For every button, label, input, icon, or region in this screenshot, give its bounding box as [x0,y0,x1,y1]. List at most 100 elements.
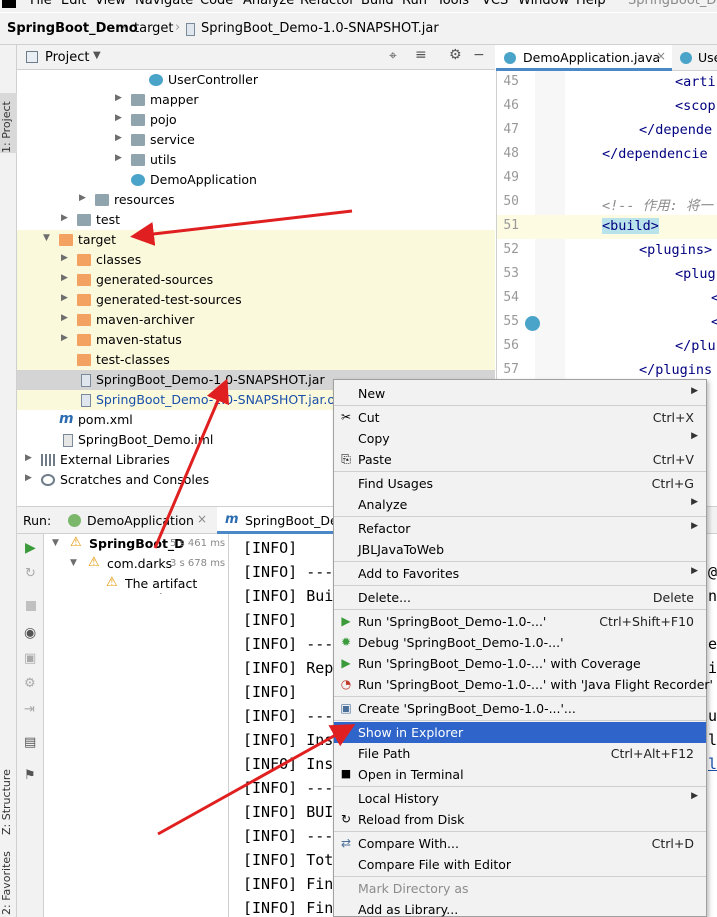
tree-row-maven-archiver[interactable]: ▶ maven-archiver [17,310,495,330]
menu-item-show-in-explorer[interactable]: Show in Explorer [334,722,706,743]
editor-tab-user[interactable]: Use [674,45,717,71]
tree-row-maven-status[interactable]: ▶ maven-status [17,330,495,350]
menu-item-copy[interactable]: Copy ▶ [334,428,706,449]
pin-icon[interactable]: ⚑ [24,768,36,783]
menu-item-run-coverage[interactable]: ▶ Run 'SpringBoot_Demo-1.0-...' with Cove… [334,653,706,674]
menu-code[interactable]: Code [200,0,233,8]
chevron-right-icon[interactable]: ▶ [61,273,68,283]
tool-tab-project[interactable]: 1: Project [0,93,17,153]
run-tree-row[interactable]: ▼ ⚠ com.darks 3 s 678 ms [44,554,229,574]
menu-item-open-terminal[interactable]: ■ Open in Terminal [334,764,706,785]
chevron-right-icon[interactable]: ▶ [79,193,86,203]
editor-tab-demoapplication[interactable]: DemoApplication.java × [496,45,672,71]
breadcrumb-project[interactable]: SpringBoot_Demo [7,21,138,36]
project-panel-title[interactable]: Project [45,50,89,65]
menu-item-compare-with[interactable]: ⇄ Compare With... Ctrl+D [334,833,706,854]
console-link[interactable]: l\ [708,755,717,773]
chevron-right-icon[interactable]: ▶ [61,213,68,223]
eye-icon[interactable]: ◉ [24,625,36,641]
override-gutter-icon[interactable] [525,316,540,331]
collapse-all-icon[interactable]: ≡ [415,47,427,63]
menu-item-cut[interactable]: ✂ Cut Ctrl+X [334,407,706,428]
tool-tab-structure[interactable]: Z: Structure [0,735,17,835]
menu-item-file-path[interactable]: File Path Ctrl+Alt+F12 [334,743,706,764]
close-icon[interactable]: × [197,512,207,526]
hide-panel-icon[interactable]: − [473,47,485,63]
chevron-down-icon[interactable]: ▼ [43,233,50,243]
chevron-down-icon[interactable]: ▼ [70,558,77,568]
locate-icon[interactable]: ⌖ [389,48,397,64]
tree-row-pojo[interactable]: ▶ pojo [17,110,495,130]
chevron-right-icon[interactable]: ▶ [61,333,68,343]
menu-item-paste[interactable]: ⎘ Paste Ctrl+V [334,449,706,470]
menu-item-create[interactable]: ▣ Create 'SpringBoot_Demo-1.0-...'... [334,698,706,719]
chevron-right-icon[interactable]: ▶ [115,133,122,143]
chevron-right-icon[interactable]: ▶ [115,93,122,103]
tree-row-mapper[interactable]: ▶ mapper [17,90,495,110]
stop-icon[interactable] [26,601,36,611]
menu-item-add-library[interactable]: Add as Library... [334,899,706,917]
layout-icon[interactable]: ▤ [24,735,36,750]
menu-item-debug[interactable]: ✹ Debug 'SpringBoot_Demo-1.0-...' [334,632,706,653]
close-icon[interactable]: × [656,49,666,63]
menu-item-compare-editor[interactable]: Compare File with Editor [334,854,706,875]
tree-row-classes[interactable]: ▶ classes [17,250,495,270]
tree-row-service[interactable]: ▶ service [17,130,495,150]
menu-run[interactable]: Run [402,0,427,8]
menu-help[interactable]: Help [576,0,606,8]
settings-icon[interactable]: ⚙ [24,676,36,691]
menu-window[interactable]: Window [518,0,569,8]
rerun-icon[interactable]: ▶ [25,540,36,556]
breadcrumb-jar[interactable]: SpringBoot_Demo-1.0-SNAPSHOT.jar [201,21,439,36]
code-editor[interactable]: 45 <arti 46 <scop 47 </depende 48 </dependen… [496,71,717,381]
menu-item-run[interactable]: ▶ Run 'SpringBoot_Demo-1.0-...' Ctrl+Shift… [334,611,706,632]
chevron-right-icon[interactable]: ▶ [61,293,68,303]
menu-tools[interactable]: Tools [437,0,469,8]
chevron-right-icon[interactable]: ▶ [115,113,122,123]
menu-view[interactable]: View [95,0,126,8]
chevron-right-icon[interactable]: ▶ [61,313,68,323]
menu-item-refactor[interactable]: Refactor ▶ [334,518,706,539]
toggle-offline-icon[interactable]: ↻ [25,566,36,581]
tree-row-target[interactable]: ▼ target [17,230,495,250]
menu-item-jbljavatoweb[interactable]: JBLJavaToWeb [334,539,706,560]
chevron-right-icon[interactable]: ▶ [61,253,68,263]
view-dropdown-icon[interactable]: ▼ [93,50,101,61]
menu-item-find-usages[interactable]: Find Usages Ctrl+G [334,473,706,494]
menu-item-run-jfr[interactable]: ◔ Run 'SpringBoot_Demo-1.0-...' with 'Jav… [334,674,713,695]
chevron-right-icon[interactable]: ▶ [25,473,32,483]
run-tree-row[interactable]: ⚠ The artifact mysql [44,574,229,594]
tree-row-generated-test-sources[interactable]: ▶ generated-test-sources [17,290,495,310]
menu-item-analyze[interactable]: Analyze ▶ [334,494,706,515]
menu-item-local-history[interactable]: Local History ▶ [334,788,706,809]
menu-item-new[interactable]: New ▶ [334,383,706,404]
run-tree-row[interactable]: ▼ ⚠ SpringBoot_D 5 s 461 ms [44,534,229,554]
menu-navigate[interactable]: Navigate [135,0,193,8]
tree-row-generated-sources[interactable]: ▶ generated-sources [17,270,495,290]
menu-file[interactable]: File [30,0,52,8]
camera-icon[interactable]: ▣ [24,651,36,666]
breadcrumb-target[interactable]: target [134,21,174,36]
chevron-right-icon[interactable]: ▶ [25,453,32,463]
menu-edit[interactable]: Edit [61,0,86,8]
chevron-right-icon[interactable]: ▶ [115,153,122,163]
menu-refactor[interactable]: Refactor [300,0,355,8]
chevron-down-icon[interactable]: ▼ [52,538,59,548]
menu-build[interactable]: Build [361,0,394,8]
tree-row-resources[interactable]: ▶ resources [17,190,495,210]
tree-row-test-classes[interactable]: test-classes [17,350,495,370]
tool-tab-favorites[interactable]: 2: Favorites [0,825,17,915]
gear-icon[interactable]: ⚙ [449,47,462,63]
run-tab-springboot[interactable]: m SpringBoot_De [217,507,338,534]
menu-vcs[interactable]: VCS [482,0,508,8]
menu-item-reload[interactable]: ↻ Reload from Disk [334,809,706,830]
tree-row-demoapplication[interactable]: DemoApplication [17,170,495,190]
tree-row-test[interactable]: ▶ test [17,210,495,230]
menu-item-add-to-favorites[interactable]: Add to Favorites ▶ [334,563,706,584]
tree-row-utils[interactable]: ▶ utils [17,150,495,170]
tree-row-usercontroller[interactable]: UserController [17,70,495,90]
menu-analyze[interactable]: Analyze [243,0,294,8]
run-tab-demoapplication[interactable]: DemoApplication × [62,507,212,534]
menu-item-delete[interactable]: Delete... Delete [334,587,706,608]
import-icon[interactable]: ⇥ [24,702,35,717]
